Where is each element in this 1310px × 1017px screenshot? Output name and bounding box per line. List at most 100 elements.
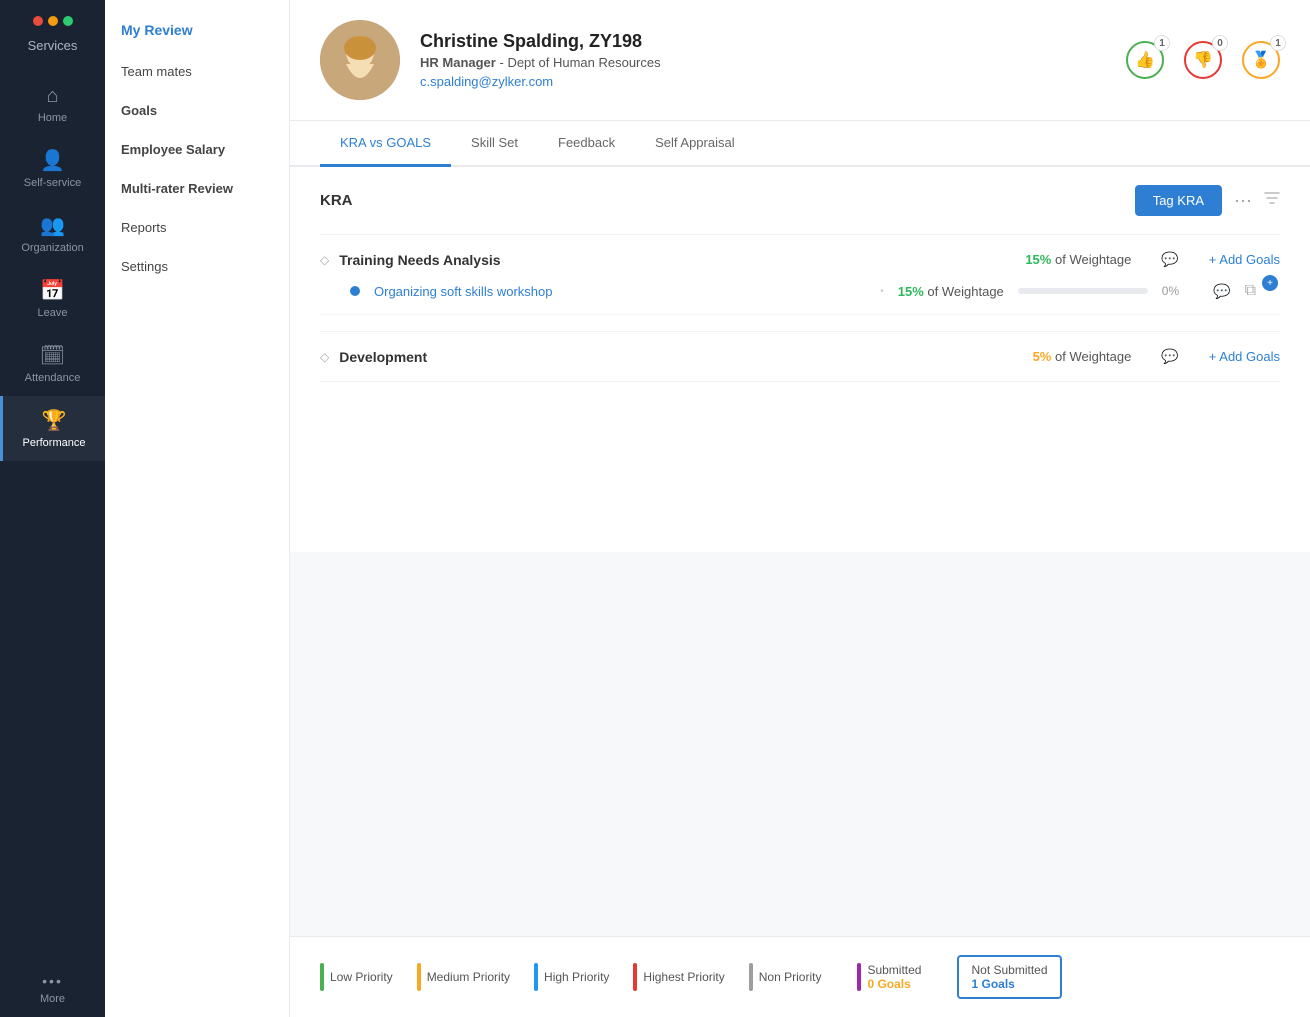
badge-thumbsup-count: 1 bbox=[1154, 35, 1170, 51]
nav-item-home[interactable]: ⌂ Home bbox=[0, 73, 105, 136]
tab-skill-set[interactable]: Skill Set bbox=[451, 121, 538, 167]
organization-icon: 👥 bbox=[40, 213, 65, 238]
profile-name: Christine Spalding, ZY198 bbox=[420, 31, 1106, 52]
goal-row-workshop: Organizing soft skills workshop • 15% of… bbox=[320, 268, 1280, 315]
more-options-icon[interactable]: ··· bbox=[1234, 190, 1252, 211]
legend-label-non: Non Priority bbox=[759, 970, 822, 984]
comment-icon-development[interactable]: 💬 bbox=[1161, 348, 1178, 365]
legend-label-high: High Priority bbox=[544, 970, 609, 984]
filter-icon[interactable] bbox=[1264, 190, 1280, 211]
performance-icon: 🏆 bbox=[42, 408, 67, 433]
kra-row-title-training: Training Needs Analysis bbox=[339, 252, 1015, 268]
legend-high-priority: High Priority bbox=[534, 963, 609, 991]
nav-label-more: More bbox=[40, 993, 65, 1005]
tab-feedback[interactable]: Feedback bbox=[538, 121, 635, 167]
attendance-icon: 🗓 bbox=[40, 343, 65, 368]
profile-email[interactable]: c.spalding@zylker.com bbox=[420, 74, 1106, 89]
nav-goals[interactable]: Goals bbox=[105, 91, 289, 130]
kra-weightage-label-training: of Weightage bbox=[1055, 252, 1131, 267]
goal-sep: • bbox=[880, 286, 884, 297]
selfservice-icon: 👤 bbox=[40, 148, 65, 173]
nav-employee-salary[interactable]: Employee Salary bbox=[105, 130, 289, 169]
kra-row-development-header: ◇ Development 5% of Weightage 💬 + Add Go… bbox=[320, 348, 1280, 365]
nav-teammates[interactable]: Team mates bbox=[105, 52, 289, 91]
nav-reports[interactable]: Reports bbox=[105, 208, 289, 247]
avatar bbox=[320, 20, 400, 100]
nav-label-home: Home bbox=[38, 112, 67, 124]
kra-section: KRA Tag KRA ··· ◇ Training Needs Analysi… bbox=[290, 167, 1310, 552]
copy-icon[interactable]: ⧉ bbox=[1245, 282, 1256, 300]
nav-item-organization[interactable]: 👥 Organization bbox=[0, 201, 105, 266]
profile-role-title: HR Manager bbox=[420, 55, 496, 70]
goal-actions: ⧉ + bbox=[1245, 282, 1280, 300]
nav-item-more[interactable]: ••• More bbox=[0, 961, 105, 1017]
services-icon bbox=[33, 16, 73, 30]
submitted-info: Submitted 0 Goals bbox=[867, 963, 921, 991]
expand-icon-development[interactable]: ◇ bbox=[320, 350, 329, 364]
nav-item-performance[interactable]: 🏆 Performance bbox=[0, 396, 105, 461]
tab-self-appraisal[interactable]: Self Appraisal bbox=[635, 121, 755, 167]
not-submitted-label: Not Submitted bbox=[971, 963, 1047, 977]
goal-dot-workshop bbox=[350, 286, 360, 296]
comment-icon-training[interactable]: 💬 bbox=[1161, 251, 1178, 268]
not-submitted-goals: 1 Goals bbox=[971, 977, 1047, 991]
profile-role: HR Manager - Dept of Human Resources bbox=[420, 55, 1106, 70]
legend-label-medium: Medium Priority bbox=[427, 970, 510, 984]
tabs-bar: KRA vs GOALS Skill Set Feedback Self App… bbox=[290, 121, 1310, 167]
legend-stripe-submitted bbox=[857, 963, 861, 991]
nav-item-attendance[interactable]: 🗓 Attendance bbox=[0, 331, 105, 396]
my-review-link[interactable]: My Review bbox=[105, 8, 289, 52]
kra-actions: Tag KRA ··· bbox=[1135, 185, 1280, 216]
goal-weightage-pct-workshop: 15% bbox=[898, 284, 924, 299]
not-submitted-box: Not Submitted 1 Goals bbox=[957, 955, 1061, 999]
goal-comment-icon[interactable]: 💬 bbox=[1213, 283, 1230, 300]
profile-badges: 👍 1 👎 0 🏅 1 bbox=[1126, 41, 1280, 79]
goal-weightage-label-workshop: of Weightage bbox=[927, 284, 1003, 299]
kra-weightage-pct-training: 15% bbox=[1025, 252, 1051, 267]
goal-weightage-workshop: 15% of Weightage bbox=[898, 284, 1004, 299]
badge-award-wrapper: 🏅 1 bbox=[1242, 41, 1280, 79]
more-icon: ••• bbox=[42, 973, 63, 989]
far-navigation: Services ⌂ Home 👤 Self-service 👥 Organiz… bbox=[0, 0, 105, 1017]
profile-department: Dept of Human Resources bbox=[507, 55, 660, 70]
kra-row-training-header: ◇ Training Needs Analysis 15% of Weighta… bbox=[320, 251, 1280, 268]
tab-kra-vs-goals[interactable]: KRA vs GOALS bbox=[320, 121, 451, 167]
nav-label-organization: Organization bbox=[21, 242, 83, 254]
legend-non-priority: Non Priority bbox=[749, 963, 822, 991]
plus-badge: + bbox=[1262, 275, 1278, 291]
nav-item-leave[interactable]: 📅 Leave bbox=[0, 266, 105, 331]
badge-thumbsdown-count: 0 bbox=[1212, 35, 1228, 51]
kra-weightage-training: 15% of Weightage bbox=[1025, 252, 1131, 267]
badge-thumbsdown-wrapper: 👎 0 bbox=[1184, 41, 1222, 79]
goal-name-workshop[interactable]: Organizing soft skills workshop bbox=[374, 284, 866, 299]
dot-red bbox=[33, 16, 43, 26]
legend-label-low: Low Priority bbox=[330, 970, 393, 984]
add-goals-btn-training[interactable]: + Add Goals bbox=[1209, 252, 1280, 267]
kra-header: KRA Tag KRA ··· bbox=[320, 167, 1280, 235]
home-icon: ⌂ bbox=[46, 85, 58, 108]
nav-multirater[interactable]: Multi-rater Review bbox=[105, 169, 289, 208]
tag-kra-button[interactable]: Tag KRA bbox=[1135, 185, 1222, 216]
nav-label-leave: Leave bbox=[38, 307, 68, 319]
dot-yellow bbox=[48, 16, 58, 26]
profile-header: Christine Spalding, ZY198 HR Manager - D… bbox=[290, 0, 1310, 121]
legend-bar: Low Priority Medium Priority High Priori… bbox=[290, 936, 1310, 1017]
submitted-box: Submitted 0 Goals bbox=[845, 957, 933, 997]
expand-icon-training[interactable]: ◇ bbox=[320, 253, 329, 267]
goal-progress-pct-workshop: 0% bbox=[1162, 284, 1179, 298]
add-goals-btn-development[interactable]: + Add Goals bbox=[1209, 349, 1280, 364]
second-navigation: My Review Team mates Goals Employee Sala… bbox=[105, 0, 290, 1017]
nav-label-performance: Performance bbox=[23, 437, 86, 449]
kra-title: KRA bbox=[320, 192, 353, 209]
kra-row-development: ◇ Development 5% of Weightage 💬 + Add Go… bbox=[320, 332, 1280, 382]
legend-stripe-highest bbox=[633, 963, 637, 991]
badge-award-count: 1 bbox=[1270, 35, 1286, 51]
legend-stripe-low bbox=[320, 963, 324, 991]
goal-progress-bar-workshop bbox=[1018, 288, 1148, 294]
nav-settings[interactable]: Settings bbox=[105, 247, 289, 286]
nav-item-selfservice[interactable]: 👤 Self-service bbox=[0, 136, 105, 201]
badge-thumbsup-wrapper: 👍 1 bbox=[1126, 41, 1164, 79]
legend-low-priority: Low Priority bbox=[320, 963, 393, 991]
legend-highest-priority: Highest Priority bbox=[633, 963, 724, 991]
badge-thumbsdown: 👎 0 bbox=[1184, 41, 1222, 79]
